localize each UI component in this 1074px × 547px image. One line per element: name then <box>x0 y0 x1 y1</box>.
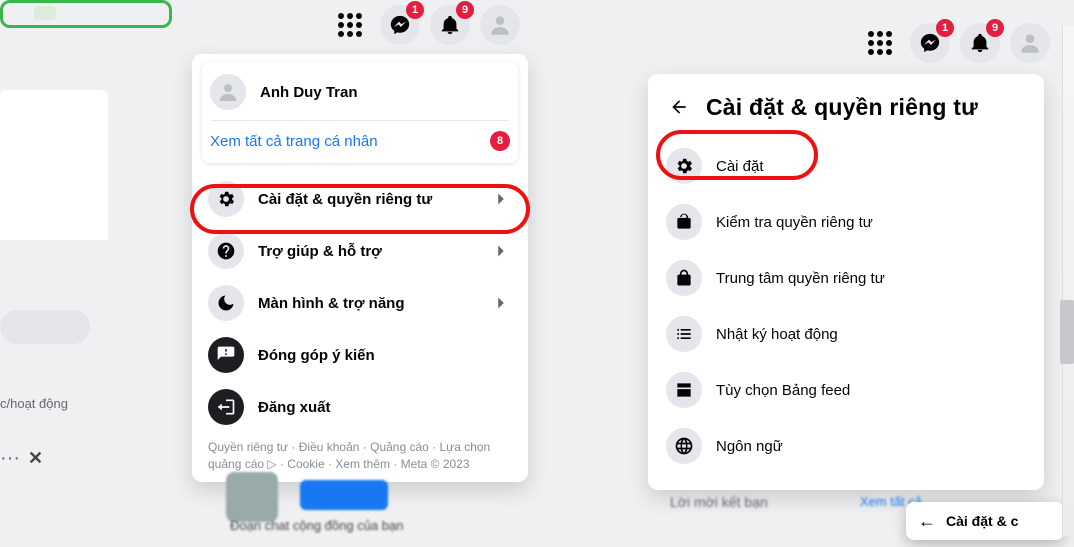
back-button[interactable] <box>662 90 696 124</box>
bell-icon <box>439 14 461 36</box>
apps-menu-button[interactable] <box>330 5 370 45</box>
topbar-right: 1 9 <box>860 20 1050 66</box>
submenu-item-lock[interactable]: Trung tâm quyền riêng tư <box>660 250 1032 306</box>
scrollbar-thumb[interactable] <box>1060 300 1074 364</box>
left-blurred-column: c/hoạt động ··· ✕ <box>0 90 108 510</box>
menu-item-label: Trợ giúp & hỗ trợ <box>258 243 476 260</box>
feed-icon <box>666 372 702 408</box>
see-all-profiles-link[interactable]: Xem tất cả trang cá nhân 8 <box>204 123 516 159</box>
more-icon[interactable]: ··· <box>0 447 20 470</box>
profile-avatar-button[interactable] <box>1010 23 1050 63</box>
messenger-button[interactable]: 1 <box>910 23 950 63</box>
submenu-item-label: Kiểm tra quyền riêng tư <box>716 214 1026 231</box>
help-icon <box>208 233 244 269</box>
notifications-badge: 9 <box>986 19 1004 37</box>
green-pill <box>34 6 56 20</box>
notifications-badge: 9 <box>456 1 474 19</box>
gear-icon <box>666 148 702 184</box>
lock-icon <box>666 260 702 296</box>
panel-title: Cài đặt & quyền riêng tư <box>706 94 978 121</box>
unlock-icon <box>666 204 702 240</box>
friend-requests-label: Lời mời kết bạn <box>670 494 768 510</box>
menu-item-help[interactable]: Trợ giúp & hỗ trợ <box>202 225 518 277</box>
feedback-icon <box>208 337 244 373</box>
profile-avatar-button[interactable] <box>480 5 520 45</box>
blurred-caption: Đoạn chat cộng đồng của bạn <box>230 518 403 533</box>
footer-links[interactable]: Quyền riêng tư · Điều khoản · Quảng cáo … <box>202 433 518 476</box>
menu-item-moon[interactable]: Màn hình & trợ năng <box>202 277 518 329</box>
moon-icon <box>208 285 244 321</box>
list-icon <box>666 316 702 352</box>
arrow-left-icon: ← <box>918 511 936 532</box>
messenger-badge: 1 <box>936 19 954 37</box>
submenu-item-gear[interactable]: Cài đặt <box>660 138 1032 194</box>
submenu-item-label: Trung tâm quyền riêng tư <box>716 270 1026 287</box>
menu-item-logout[interactable]: Đăng xuất <box>202 381 518 433</box>
menu-item-label: Đóng góp ý kiến <box>258 347 512 364</box>
topbar-left: 1 9 <box>330 2 520 48</box>
scrollbar-track[interactable] <box>1062 26 1074 536</box>
see-all-profiles-label: Xem tất cả trang cá nhân <box>210 133 476 150</box>
messenger-icon <box>919 32 941 54</box>
avatar-icon <box>1017 30 1043 56</box>
bell-icon <box>969 32 991 54</box>
menu-item-label: Cài đặt & quyền riêng tư <box>258 191 476 208</box>
green-highlight-box <box>0 0 172 28</box>
messenger-badge: 1 <box>406 1 424 19</box>
messenger-button[interactable]: 1 <box>380 5 420 45</box>
menu-item-label: Đăng xuất <box>258 399 512 416</box>
logout-icon <box>208 389 244 425</box>
globe-icon <box>666 428 702 464</box>
profile-name: Anh Duy Tran <box>260 84 510 101</box>
gear-icon <box>208 181 244 217</box>
menu-item-gear[interactable]: Cài đặt & quyền riêng tư <box>202 173 518 225</box>
profile-link[interactable]: Anh Duy Tran <box>204 66 516 118</box>
notifications-button[interactable]: 9 <box>430 5 470 45</box>
submenu-item-globe[interactable]: Ngôn ngữ <box>660 418 1032 474</box>
submenu-item-label: Cài đặt <box>716 158 1026 175</box>
submenu-item-unlock[interactable]: Kiểm tra quyền riêng tư <box>660 194 1032 250</box>
mini-settings-popup[interactable]: ← Cài đặt & c <box>906 502 1064 540</box>
apps-grid-icon <box>868 31 892 55</box>
apps-menu-button[interactable] <box>860 23 900 63</box>
profiles-badge: 8 <box>490 131 510 151</box>
avatar-icon <box>487 12 513 38</box>
chevron-right-icon <box>490 188 512 210</box>
menu-item-feedback[interactable]: Đóng góp ý kiến <box>202 329 518 381</box>
submenu-item-label: Tùy chọn Bảng feed <box>716 382 1026 399</box>
avatar-icon <box>210 74 246 110</box>
activity-text: c/hoạt động <box>0 396 108 411</box>
chevron-right-icon <box>490 292 512 314</box>
chevron-right-icon <box>490 240 512 262</box>
mini-popup-title: Cài đặt & c <box>946 513 1018 529</box>
close-icon[interactable]: ✕ <box>28 448 43 469</box>
blurred-background: Đoạn chat cộng đồng của bạn <box>200 480 540 542</box>
menu-item-label: Màn hình & trợ năng <box>258 295 476 312</box>
settings-privacy-menu: Cài đặt & quyền riêng tư Cài đặt Kiểm tra… <box>648 74 1044 490</box>
submenu-item-label: Nhật ký hoạt động <box>716 326 1026 343</box>
submenu-item-list[interactable]: Nhật ký hoạt động <box>660 306 1032 362</box>
arrow-left-icon <box>669 97 689 117</box>
apps-grid-icon <box>338 13 362 37</box>
account-menu: Anh Duy Tran Xem tất cả trang cá nhân 8 … <box>192 54 528 482</box>
submenu-item-label: Ngôn ngữ <box>716 438 1026 455</box>
messenger-icon <box>389 14 411 36</box>
notifications-button[interactable]: 9 <box>960 23 1000 63</box>
submenu-item-feed[interactable]: Tùy chọn Bảng feed <box>660 362 1032 418</box>
